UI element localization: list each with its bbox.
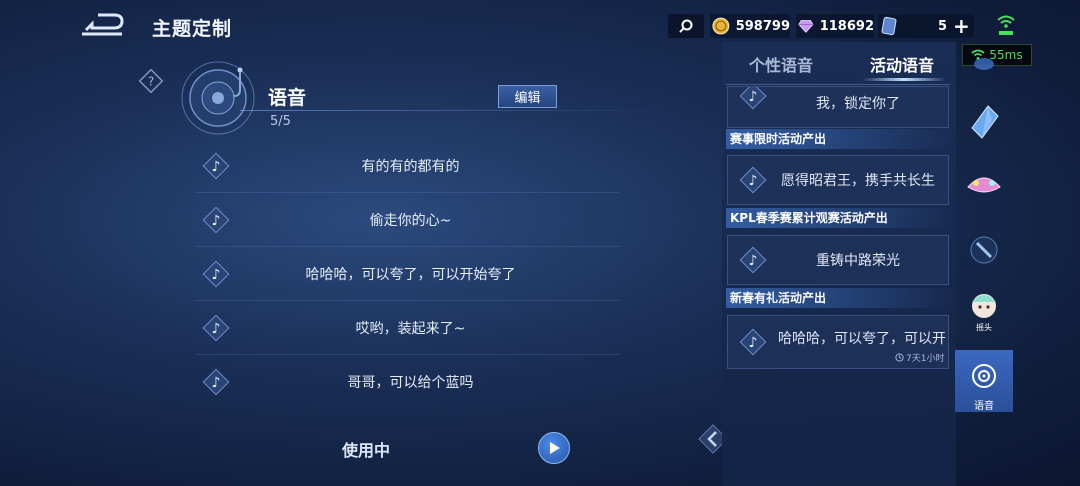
music-note-icon: ♪: [201, 205, 231, 235]
edit-button[interactable]: 编辑: [498, 85, 557, 108]
activity-voice-text: 重铸中路荣光: [816, 253, 900, 269]
voice-section-title: 语音: [268, 87, 307, 109]
side-tab-mini-label: 摇头: [976, 323, 992, 332]
tab-personal-voice[interactable]: 个性语音: [749, 52, 813, 76]
side-tab-fan[interactable]: [958, 156, 1010, 212]
voice-count: 5/5: [270, 114, 291, 129]
card-icon: [881, 16, 897, 36]
side-tab-sword[interactable]: [958, 222, 1010, 278]
add-card-button[interactable]: +: [953, 16, 970, 36]
side-tab-voice-label: 语音: [974, 401, 994, 412]
activity-voice-text: 愿得昭君王，携手共长生: [781, 173, 935, 189]
timer-text: 7天1小时: [906, 354, 945, 364]
activity-voice-card[interactable]: ♪ 重铸中路荣光: [727, 235, 949, 285]
gold-amount: 598799: [735, 18, 790, 34]
music-note-icon: ♪: [738, 165, 768, 195]
music-note-icon: ♪: [201, 313, 231, 343]
svg-text:♪: ♪: [749, 335, 758, 351]
voice-item[interactable]: ♪ 哥哥，可以给个蓝吗: [195, 355, 620, 409]
play-icon: [550, 442, 560, 454]
diamond-counter[interactable]: 118692: [796, 14, 874, 38]
sword-icon: [970, 236, 998, 264]
page-title: 主题定制: [152, 18, 233, 40]
activity-source-heading: 新春有礼活动产出: [726, 288, 954, 308]
voice-disc-icon: [176, 58, 260, 142]
activity-voice-card[interactable]: ♪ 我，锁定你了: [727, 86, 949, 128]
voice-item[interactable]: ♪ 偷走你的心~: [195, 193, 620, 247]
voice-item-text: 哈哈哈，可以夸了，可以开始夸了: [305, 266, 516, 283]
activity-voice-card[interactable]: ♪ 愿得昭君王，携手共长生: [727, 155, 949, 205]
music-note-icon: ♪: [201, 367, 231, 397]
in-use-status: 使用中: [342, 441, 391, 460]
music-note-icon: ♪: [738, 87, 768, 111]
card-counter[interactable]: 5 +: [878, 14, 974, 38]
time-remaining: 7天1小时: [895, 351, 944, 364]
gold-coin-counter[interactable]: 598799: [710, 14, 790, 38]
music-note-icon: ♪: [738, 245, 768, 275]
svg-text:♪: ♪: [212, 213, 221, 229]
side-tab-wing[interactable]: [958, 40, 1010, 80]
header-divider: [240, 110, 660, 111]
back-arrow-icon: [82, 13, 124, 36]
tab-divider: [726, 84, 950, 85]
gold-coin-icon: [712, 17, 730, 35]
voice-item[interactable]: ♪ 有的有的都有的: [195, 139, 620, 193]
signal-icon: [996, 12, 1016, 38]
voice-item-text: 哎哟，装起来了~: [355, 320, 466, 337]
search-button[interactable]: [668, 14, 704, 38]
active-tab-indicator: [862, 78, 946, 81]
music-note-icon: ♪: [201, 151, 231, 181]
voice-item-text: 偷走你的心~: [369, 212, 452, 229]
svg-text:♪: ♪: [212, 375, 221, 391]
svg-text:♪: ♪: [212, 321, 221, 337]
clock-icon: [895, 353, 904, 362]
crystal-icon: [971, 105, 999, 139]
help-icon[interactable]: ?: [138, 68, 164, 94]
svg-text:♪: ♪: [749, 173, 758, 189]
side-tab-crystal[interactable]: [958, 94, 1010, 150]
voice-item-text: 哥哥，可以给个蓝吗: [347, 375, 474, 391]
svg-text:♪: ♪: [212, 267, 221, 283]
tab-activity-voice[interactable]: 活动语音: [870, 52, 934, 76]
voice-item-text: 有的有的都有的: [361, 158, 460, 175]
activity-source-heading: 赛事限时活动产出: [726, 129, 954, 149]
card-amount: 5: [938, 18, 948, 34]
diamond-amount: 118692: [819, 18, 874, 34]
svg-text:♪: ♪: [749, 253, 758, 269]
voice-item[interactable]: ♪ 哎哟，装起来了~: [195, 301, 620, 355]
activity-voice-text: 我，锁定你了: [816, 96, 900, 112]
wing-icon: [974, 58, 994, 70]
voice-disc-icon: [970, 362, 998, 390]
svg-text:♪: ♪: [749, 89, 758, 105]
svg-text:?: ?: [148, 75, 154, 89]
svg-text:♪: ♪: [212, 159, 221, 175]
back-button[interactable]: [78, 10, 130, 42]
activity-source-heading: KPL春季赛累计观赛活动产出: [726, 208, 954, 228]
activity-voice-text: 哈哈哈，可以夸了，可以开: [778, 331, 946, 347]
fan-icon: [967, 177, 1001, 193]
diamond-icon: [798, 20, 814, 33]
search-icon: [679, 19, 693, 33]
music-note-icon: ♪: [201, 259, 231, 289]
music-note-icon: ♪: [738, 327, 768, 357]
voice-item[interactable]: ♪ 哈哈哈，可以夸了，可以开始夸了: [195, 247, 620, 301]
play-button[interactable]: [538, 432, 570, 464]
